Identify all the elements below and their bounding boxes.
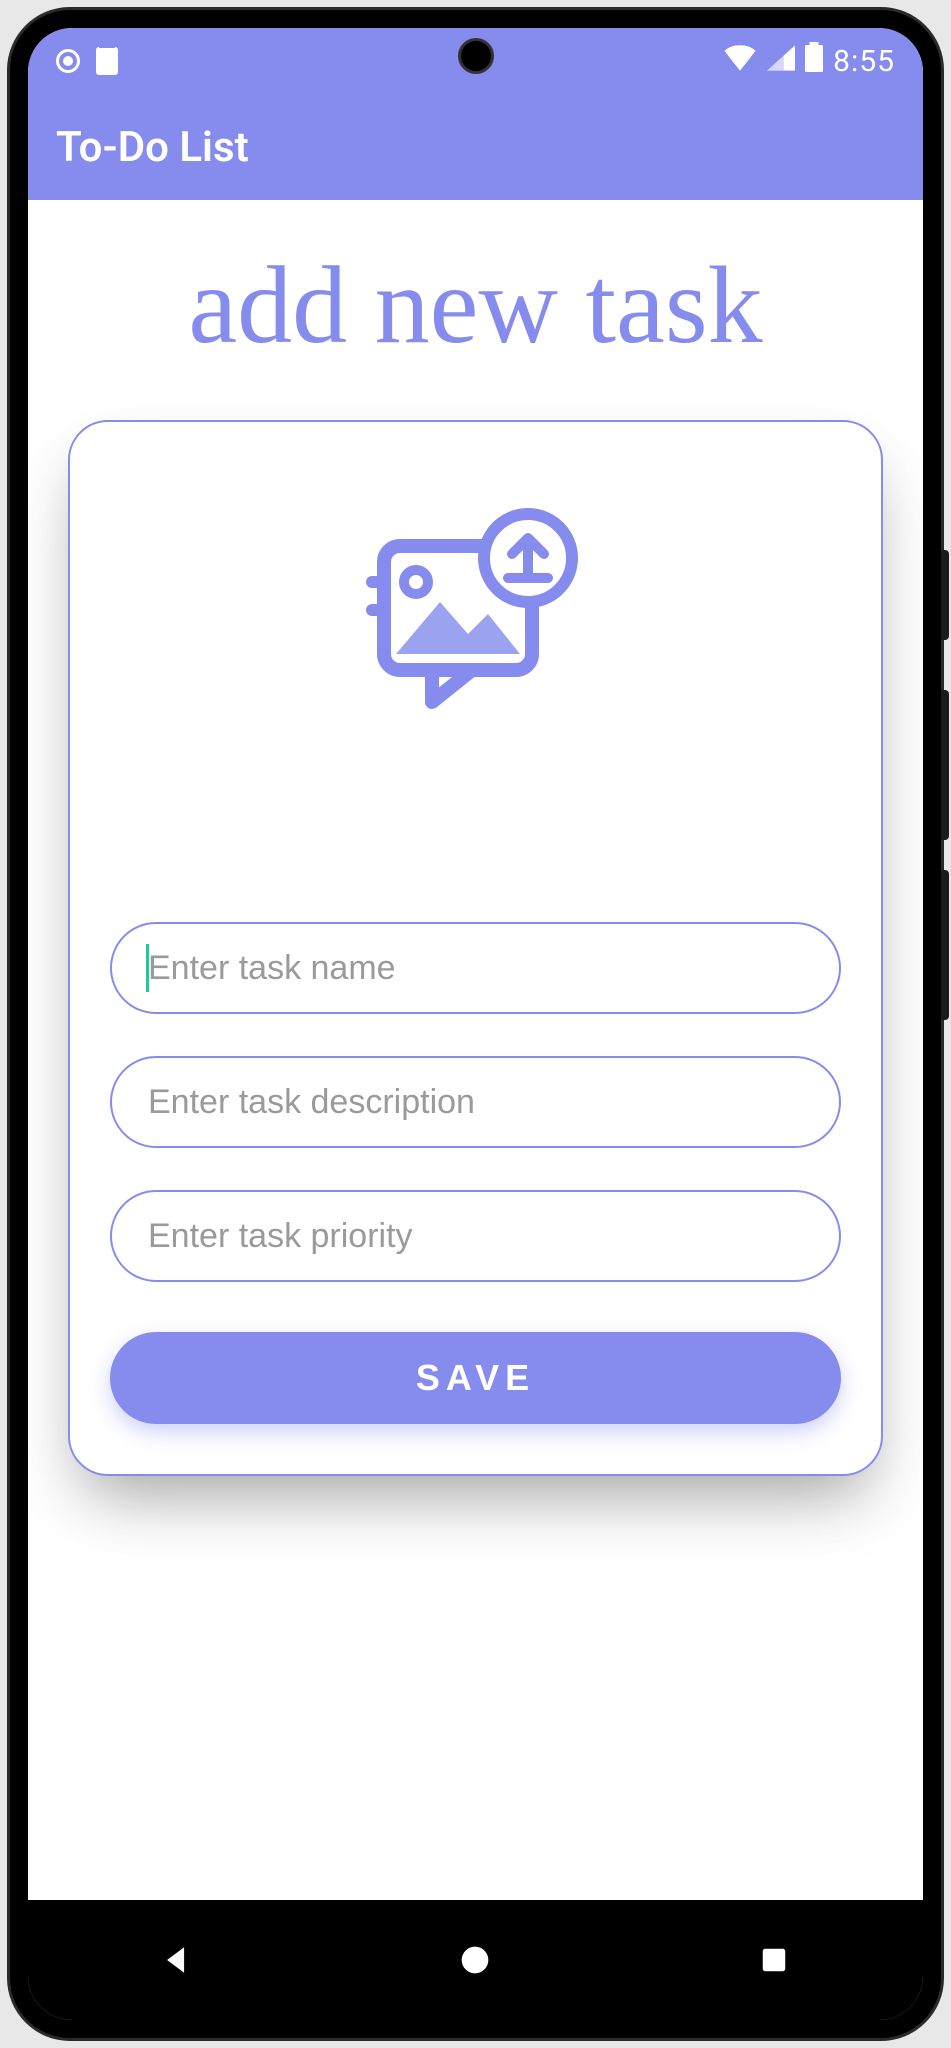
side-button [941,690,949,840]
side-button [941,870,949,1020]
phone-frame: 8:55 To-Do List add new task [10,10,941,2038]
side-button [941,550,949,640]
app-title: To-Do List [56,123,249,172]
input-group [110,922,841,1282]
battery-icon [805,42,823,80]
status-right: 8:55 [723,42,895,80]
nav-home-button[interactable] [455,1940,495,1980]
page-heading: add new task [68,250,883,360]
task-name-input[interactable] [110,922,841,1014]
upload-image-area[interactable] [110,502,841,742]
task-name-wrapper [110,922,841,1014]
status-left [56,47,118,75]
system-nav-bar [28,1900,923,2020]
task-priority-input[interactable] [110,1190,841,1282]
signal-icon [767,44,795,79]
wifi-icon [723,44,757,79]
save-button[interactable]: SAVE [110,1332,841,1424]
content-area: add new task [28,200,923,1900]
app-bar: To-Do List [28,94,923,200]
nav-back-button[interactable] [157,1940,197,1980]
text-cursor-icon [146,944,149,992]
camera-notch [458,38,494,74]
task-form-card: SAVE [68,420,883,1476]
status-time: 8:55 [833,44,895,79]
circle-status-icon [56,49,80,73]
upload-image-icon [356,502,596,742]
task-description-input[interactable] [110,1056,841,1148]
sd-card-icon [96,47,118,75]
nav-recent-button[interactable] [754,1940,794,1980]
phone-screen: 8:55 To-Do List add new task [28,28,923,2020]
